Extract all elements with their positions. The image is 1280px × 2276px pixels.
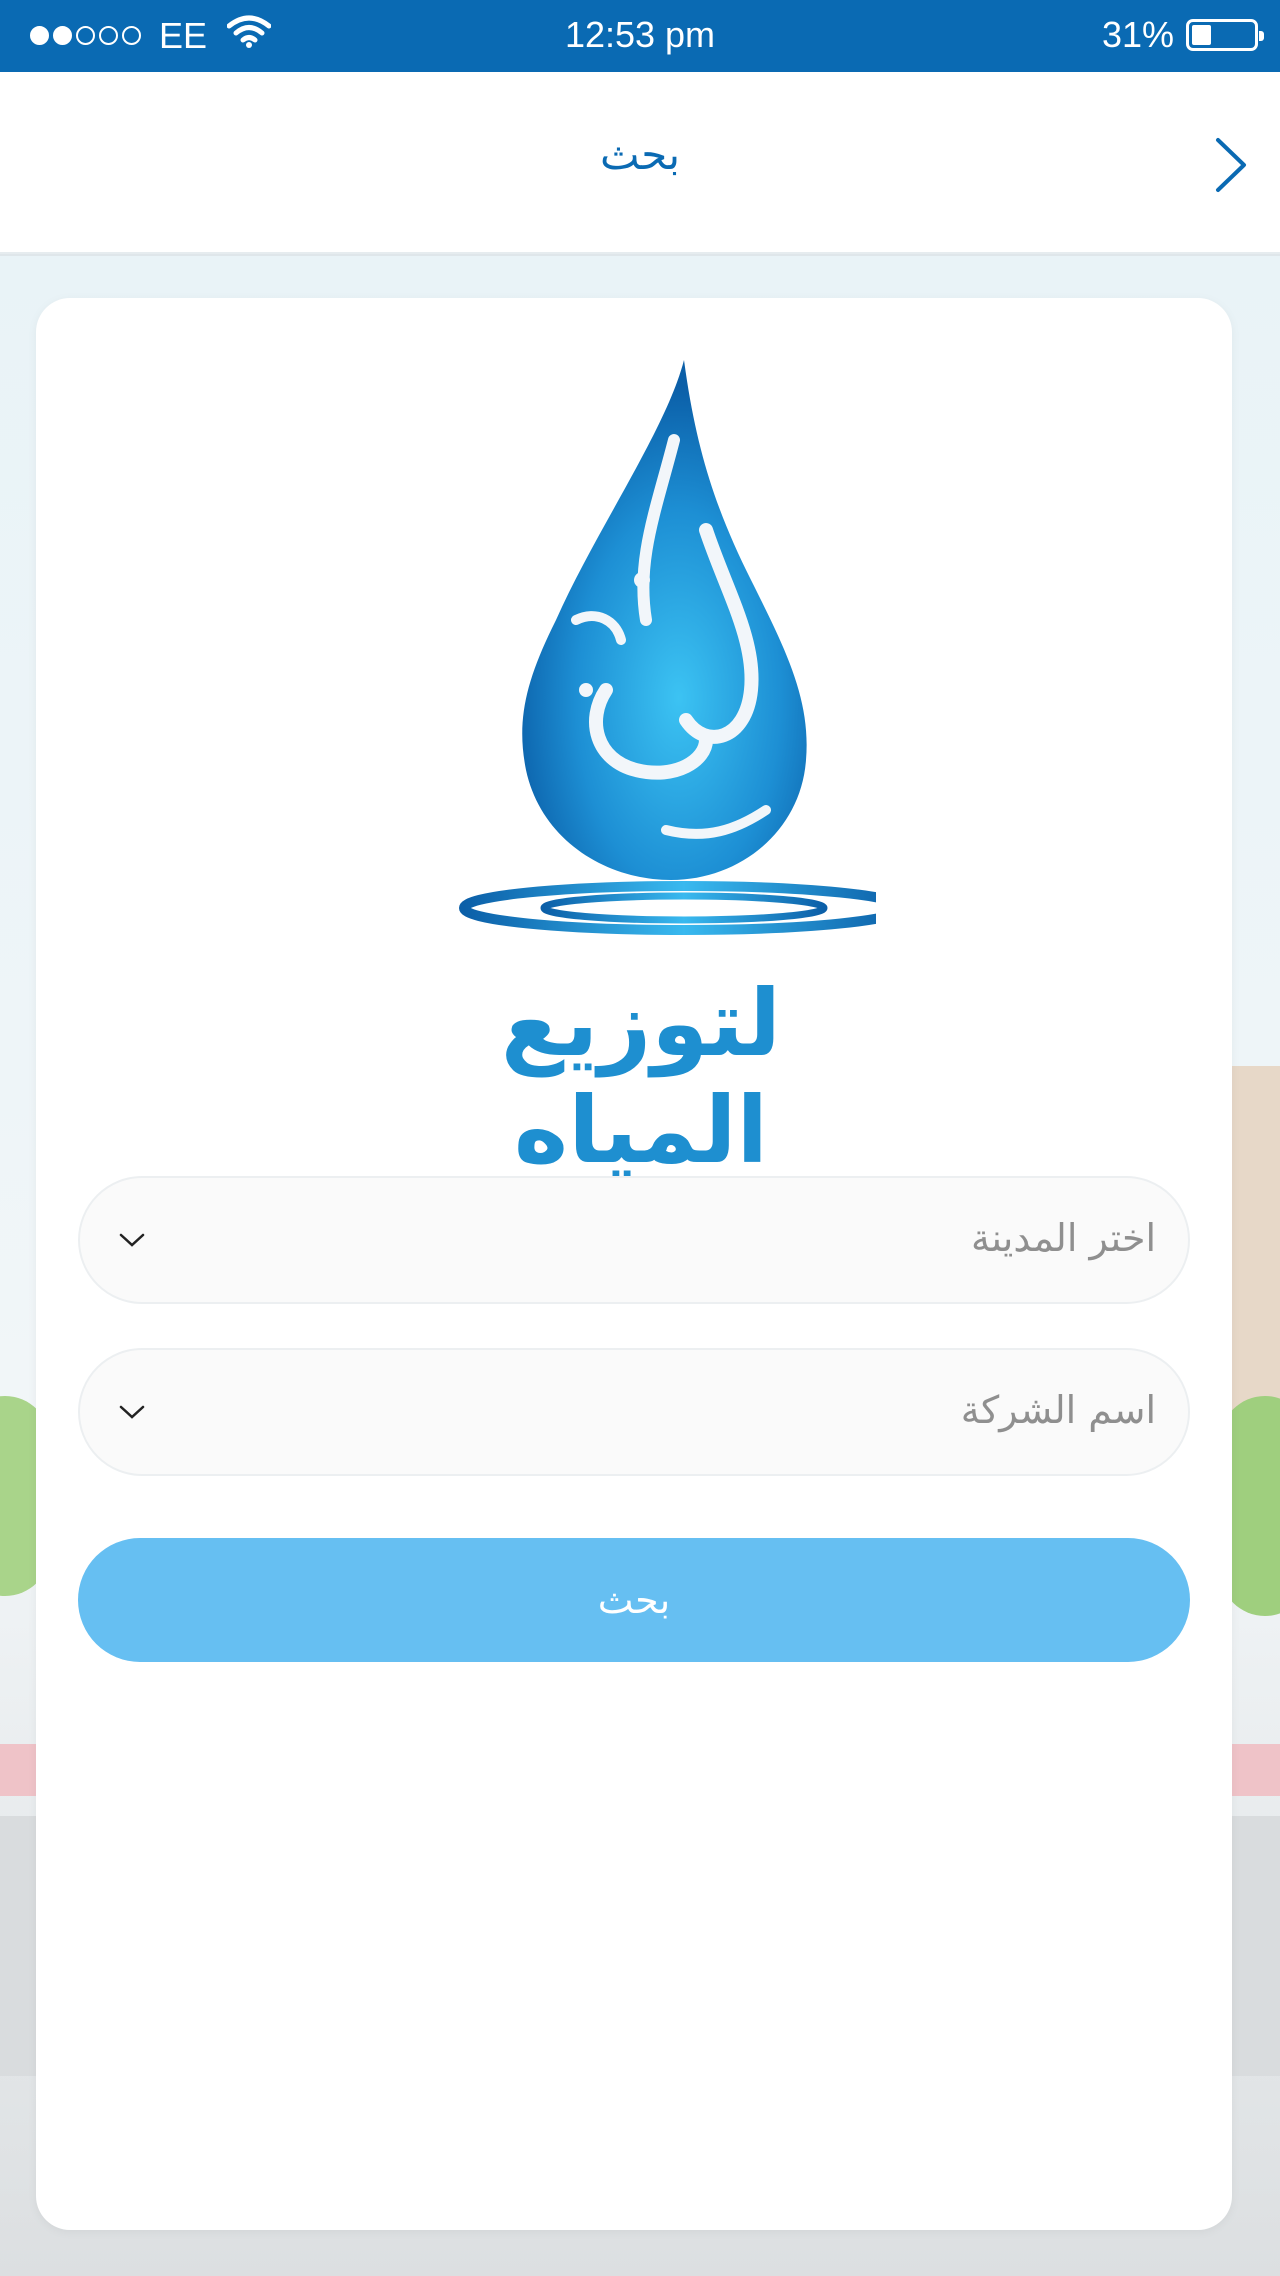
water-drop-logo-icon: لتوزيع المياه [406,360,909,1184]
chevron-down-icon [118,1230,146,1250]
battery-percent: 31% [1101,14,1174,55]
company-select[interactable]: اسم الشركة [78,1348,1190,1476]
page-title: بحث [599,130,681,179]
search-button[interactable]: بحث [78,1538,1190,1662]
city-select-placeholder: اختر المدينة [970,1216,1156,1260]
chevron-down-icon [118,1402,146,1422]
logo-text: لتوزيع المياه [500,970,782,1184]
battery-icon [1186,19,1264,51]
back-chevron-icon[interactable] [1206,134,1254,196]
city-select[interactable]: اختر المدينة [78,1176,1190,1304]
status-time: 12:53 pm [564,14,716,55]
status-bar: EE 12:53 pm 31% [0,0,1280,72]
battery-level [1192,25,1211,45]
search-card: لتوزيع المياه اختر المدينة اسم الشركة بح… [36,298,1232,2230]
navigation-bar: بحث [0,72,1280,254]
status-right: 31% [1101,14,1264,56]
company-select-placeholder: اسم الشركة [960,1388,1156,1432]
